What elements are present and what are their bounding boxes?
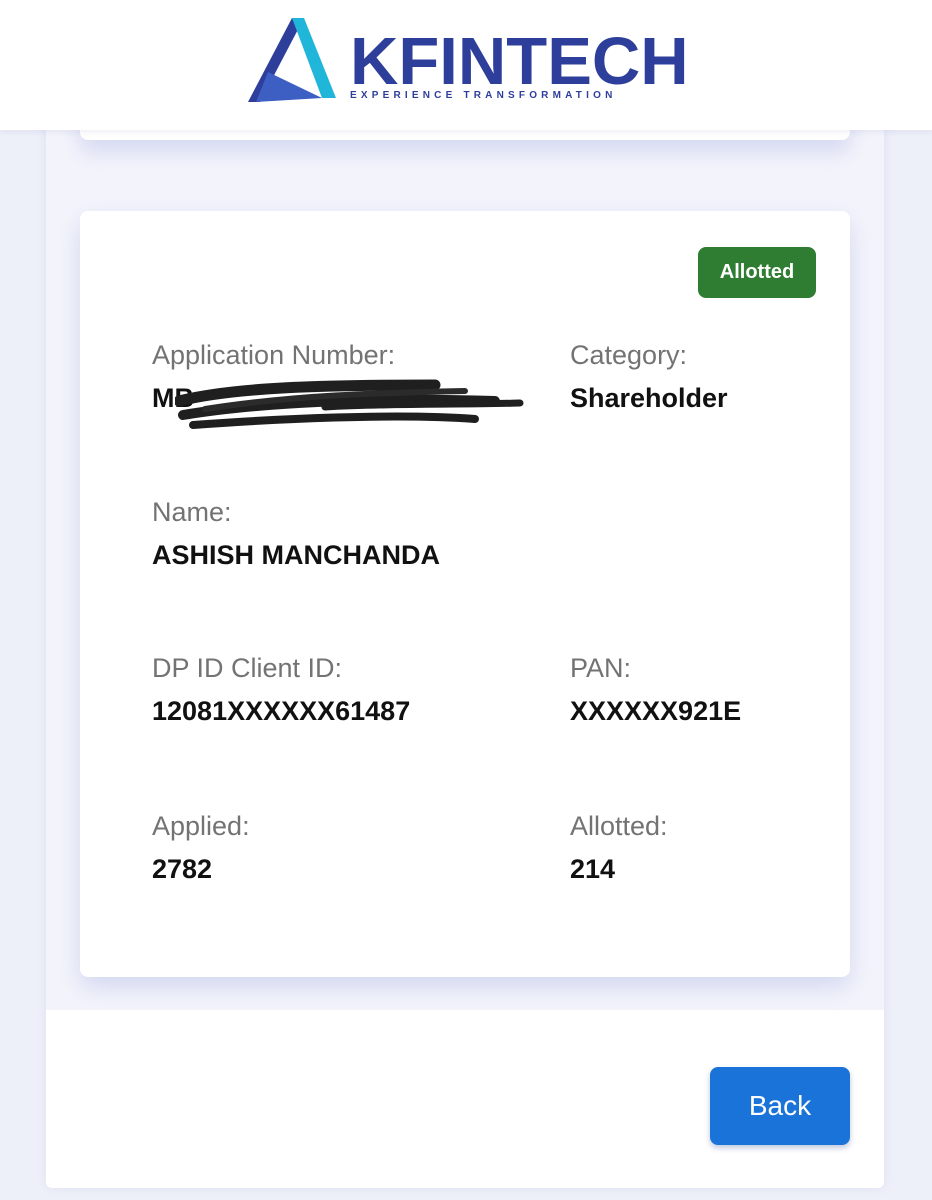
pan-field: PAN: XXXXXX921E	[570, 652, 741, 727]
back-button[interactable]: Back	[710, 1067, 850, 1145]
allotted-label: Allotted:	[570, 811, 668, 841]
pan-label: PAN:	[570, 653, 632, 683]
kfintech-logo-icon	[248, 18, 336, 102]
applied-value: 2782	[152, 854, 213, 884]
name-value: ASHISH MANCHANDA	[152, 540, 440, 570]
name-field: Name: ASHISH MANCHANDA	[152, 496, 440, 571]
dp-client-id-field: DP ID Client ID: 12081XXXXXX61487	[152, 652, 410, 727]
logo-tagline: EXPERIENCE TRANSFORMATION	[350, 90, 617, 101]
pan-value: XXXXXX921E	[570, 696, 742, 726]
redaction-scribble	[175, 379, 524, 429]
category-label: Category:	[570, 340, 688, 370]
application-number-label: Application Number:	[152, 340, 396, 370]
category-value: Shareholder	[570, 383, 728, 413]
category-field: Category: Shareholder	[570, 339, 728, 414]
allotted-field: Allotted: 214	[570, 810, 668, 885]
status-badge: Allotted	[698, 247, 816, 298]
header: KFINTECH EXPERIENCE TRANSFORMATION	[0, 0, 932, 130]
applied-label: Applied:	[152, 811, 250, 841]
applied-field: Applied: 2782	[152, 810, 250, 885]
kfintech-logo: KFINTECH EXPERIENCE TRANSFORMATION	[246, 16, 689, 106]
name-label: Name:	[152, 497, 232, 527]
dp-client-id-value: 12081XXXXXX61487	[152, 696, 411, 726]
logo-wordmark: KFINTECH	[350, 24, 689, 99]
dp-client-id-label: DP ID Client ID:	[152, 653, 343, 683]
allotted-value: 214	[570, 854, 616, 884]
allotment-result-card: Allotted Application Number: MB Category…	[80, 211, 850, 977]
